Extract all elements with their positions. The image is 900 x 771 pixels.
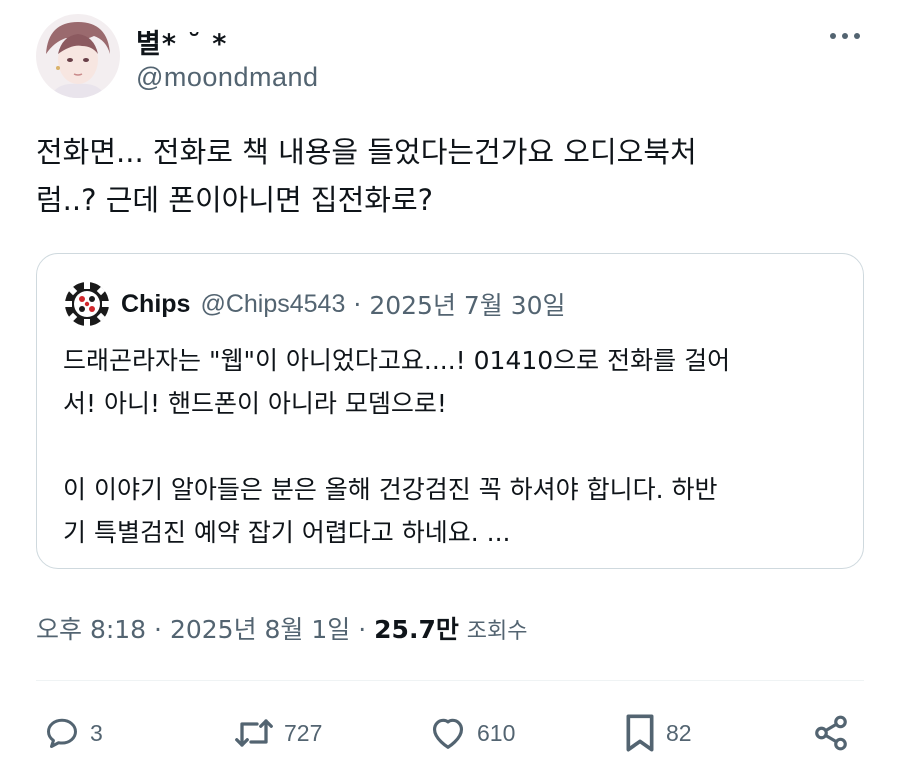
share-button[interactable] — [812, 708, 850, 758]
view-count[interactable]: 25.7만 — [374, 615, 459, 644]
dot — [830, 33, 836, 39]
bookmark-count: 82 — [666, 719, 692, 746]
quote-header: Chips @Chips4543 · 2025년 7월 30일 — [63, 282, 566, 326]
quote-text-line: 기 특별검진 예약 잡기 어렵다고 하네요. ... — [63, 518, 511, 547]
meta-separator: · — [154, 615, 162, 644]
quote-author-name[interactable]: Chips — [121, 290, 190, 319]
quote-body: 드래곤라자는 "웹"이 아니었다고요....! 01410으로 전화를 걸어 서… — [63, 339, 853, 554]
like-count: 610 — [477, 719, 516, 746]
tweet-header: 별* ˘ * @moondmand — [36, 14, 866, 104]
tweet-time[interactable]: 오후 8:18 — [36, 615, 146, 644]
display-name[interactable]: 별* ˘ * — [136, 22, 227, 61]
avatar[interactable] — [36, 14, 120, 98]
tweet-text-line: 전화면... 전화로 책 내용을 들었다는건가요 오디오북처 — [36, 135, 697, 169]
poker-chip-icon — [65, 282, 109, 326]
share-icon — [815, 715, 847, 751]
dot — [854, 33, 860, 39]
reply-icon — [47, 718, 77, 748]
author-handle[interactable]: @moondmand — [136, 62, 319, 93]
reply-count: 3 — [90, 719, 103, 746]
heart-icon — [432, 718, 464, 749]
dot — [842, 33, 848, 39]
tweet-date[interactable]: 2025년 8월 1일 — [170, 615, 350, 644]
reply-button[interactable]: 3 — [44, 708, 103, 758]
tweet-meta: 오후 8:18 · 2025년 8월 1일 · 25.7만 조회수 — [36, 610, 528, 646]
tweet-text: 전화면... 전화로 책 내용을 들었다는건가요 오디오북처 럼..? 근데 폰… — [36, 128, 836, 224]
retweet-icon — [235, 719, 273, 747]
quote-date[interactable]: 2025년 7월 30일 — [369, 286, 565, 322]
retweet-button[interactable]: 727 — [234, 708, 322, 758]
action-bar: 3 727 610 82 — [36, 708, 866, 758]
quote-text-line: 드래곤라자는 "웹"이 아니었다고요....! 01410으로 전화를 걸어 — [63, 346, 731, 375]
retweet-count: 727 — [284, 719, 323, 746]
tweet-text-line: 럼..? 근데 폰이아니면 집전화로? — [36, 183, 434, 217]
quoted-tweet[interactable]: Chips @Chips4543 · 2025년 7월 30일 드래곤라자는 "… — [36, 253, 864, 569]
more-options-icon[interactable] — [830, 28, 860, 44]
like-button[interactable]: 610 — [429, 708, 515, 758]
quote-author-handle[interactable]: @Chips4543 — [200, 290, 345, 319]
meta-separator: · — [358, 615, 367, 644]
bookmark-button[interactable]: 82 — [624, 708, 692, 758]
view-label: 조회수 — [466, 619, 528, 644]
quote-text-line: 서! 아니! 핸드폰이 아니라 모뎀으로! — [63, 389, 447, 418]
quote-text-line: 이 이야기 알아들은 분은 올해 건강검진 꼭 하셔야 합니다. 하반 — [63, 475, 718, 504]
bookmark-icon — [626, 714, 654, 752]
divider — [36, 680, 864, 681]
quote-separator: · — [353, 289, 362, 319]
